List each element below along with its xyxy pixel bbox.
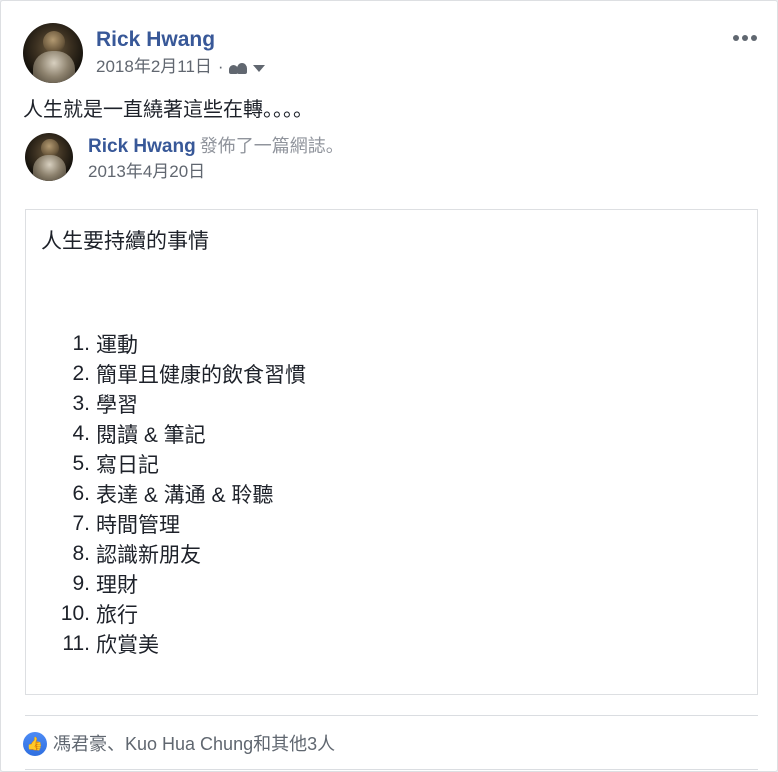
note-item-number: 11. [62,632,90,655]
note-list-item: 8. 認識新朋友 [26,539,757,569]
note-item-label: 寫日記 [96,454,159,477]
note-item-number: 10. [60,602,90,625]
meta-separator: · [217,57,224,76]
thumbs-up-icon: 👍 [23,732,47,756]
note-item-label: 旅行 [96,604,138,627]
author-avatar[interactable] [23,23,83,83]
more-dot [733,35,739,41]
note-item-label: 運動 [96,334,138,357]
note-list-item: 6. 表達 & 溝通 & 聆聽 [26,479,757,509]
note-item-number: 6. [72,482,90,505]
note-item-label: 閱讀 & 筆記 [96,424,206,447]
note-list-item: 11. 欣賞美 [26,629,757,659]
more-options-icon[interactable] [729,31,761,45]
post-card: Rick Hwang 2018年2月11日 · 人生就是一直繞著這些在轉。。。。… [0,0,778,772]
shared-author-link[interactable]: Rick Hwang [88,136,196,157]
note-item-number: 1. [72,332,90,355]
note-item-number: 2. [72,362,90,385]
note-item-label: 時間管理 [96,514,180,537]
post-header-info: Rick Hwang 2018年2月11日 · [96,23,265,83]
friends-audience-icon[interactable] [228,60,250,74]
note-item-label: 簡單且健康的飲食習慣 [96,364,306,387]
reactions-text[interactable]: 馮君豪、Kuo Hua Chung和其他3人 [53,732,335,756]
note-list-item: 9. 理財 [26,569,757,599]
more-dot [751,35,757,41]
note-list-item: 10. 旅行 [26,599,757,629]
note-list: 1. 運動 2. 簡單且健康的飲食習慣 3. 學習 4. 閱讀 & 筆記 5. 寫日記 6. 表達 &… [26,329,757,659]
author-name-link[interactable]: Rick Hwang [96,27,265,53]
note-item-label: 理財 [96,574,138,597]
note-list-item: 3. 學習 [26,389,757,419]
reactions-summary[interactable]: 👍 馮君豪、Kuo Hua Chung和其他3人 [23,732,335,756]
post-message: 人生就是一直繞著這些在轉。。。。 [23,99,313,121]
note-item-number: 3. [72,392,90,415]
note-item-label: 表達 & 溝通 & 聆聽 [96,484,274,507]
more-dot [742,35,748,41]
note-list-item: 5. 寫日記 [26,449,757,479]
note-item-number: 7. [72,512,90,535]
chevron-down-icon[interactable] [252,64,265,72]
note-item-number: 5. [72,452,90,475]
note-item-label: 學習 [96,394,138,417]
note-title: 人生要持續的事情 [41,229,209,253]
divider [25,715,758,716]
shared-author-avatar[interactable] [25,133,73,181]
post-date-link[interactable]: 2018年2月11日 [96,56,212,78]
post-header: Rick Hwang 2018年2月11日 · [23,23,265,83]
post-meta: 2018年2月11日 · [96,56,265,78]
note-item-label: 認識新朋友 [96,544,201,567]
note-item-number: 9. [72,572,90,595]
shared-date-link[interactable]: 2013年4月20日 [88,161,344,183]
shared-info: Rick Hwang 發佈了一篇網誌。 2013年4月20日 [88,133,344,183]
shared-line: Rick Hwang 發佈了一篇網誌。 [88,134,344,159]
divider [25,769,758,770]
note-attachment[interactable]: 人生要持續的事情 1. 運動 2. 簡單且健康的飲食習慣 3. 學習 4. 閱讀 & 筆記 5.… [25,209,758,695]
note-item-number: 4. [72,422,90,445]
note-list-item: 1. 運動 [26,329,757,359]
note-item-number: 8. [72,542,90,565]
shared-action-text: 發佈了一篇網誌。 [199,136,344,156]
note-list-item: 4. 閱讀 & 筆記 [26,419,757,449]
note-list-item: 2. 簡單且健康的飲食習慣 [26,359,757,389]
note-item-label: 欣賞美 [96,634,159,657]
shared-header: Rick Hwang 發佈了一篇網誌。 2013年4月20日 [25,133,344,183]
note-list-item: 7. 時間管理 [26,509,757,539]
